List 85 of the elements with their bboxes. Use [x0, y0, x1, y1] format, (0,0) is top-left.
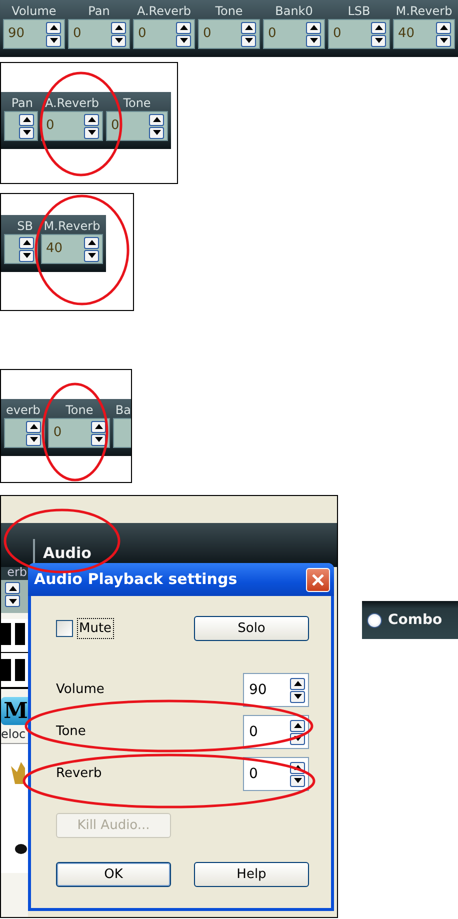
dialog-button[interactable]: OK [56, 862, 171, 887]
spin-down-button[interactable] [91, 434, 106, 446]
spin-down-button[interactable] [84, 250, 99, 262]
spin-up-button[interactable] [84, 114, 99, 126]
spin-down-button[interactable] [436, 34, 451, 46]
field-label: A.Reverb [136, 3, 192, 19]
number-field[interactable]: 40 [393, 19, 455, 49]
dot-icon[interactable] [15, 844, 27, 854]
spin-down-button[interactable] [19, 250, 34, 262]
spin-up-button[interactable] [19, 236, 34, 248]
number-field[interactable]: 0 [41, 111, 103, 141]
field-label: Tone [214, 3, 244, 19]
close-button[interactable] [306, 568, 330, 592]
field-label: Reverb [56, 765, 102, 784]
field-label: Bank0 [274, 3, 314, 19]
spin-up-button[interactable] [46, 22, 61, 34]
field-label: Ba [114, 402, 131, 418]
spin-down-button[interactable] [26, 434, 42, 446]
solo-button[interactable]: Solo [194, 616, 309, 641]
field-label: Tone [56, 723, 86, 742]
number-field[interactable]: 0 [133, 19, 195, 49]
number-field[interactable]: 0 [198, 19, 260, 49]
field-label: M.Reverb [42, 218, 102, 234]
spin-up-button[interactable] [436, 22, 451, 34]
spin-down-button[interactable] [306, 34, 321, 46]
field-label: Volume [56, 681, 104, 700]
number-field[interactable]: 0 [243, 715, 309, 749]
spin-up-button[interactable] [5, 582, 20, 594]
spin-up-button[interactable] [306, 22, 321, 34]
spin-up-button[interactable] [290, 720, 305, 732]
spin-up-button[interactable] [19, 114, 34, 126]
field-label: erb [1, 567, 28, 580]
radio-label: Combo [388, 610, 442, 630]
spin-up-button[interactable] [241, 22, 256, 34]
spin-down-button[interactable] [241, 34, 256, 46]
number-field[interactable]: 90 [243, 673, 309, 707]
number-field[interactable]: 90 [3, 19, 65, 49]
number-field[interactable]: 0 [106, 111, 168, 141]
spin-up-button[interactable] [149, 114, 164, 126]
spin-down-button[interactable] [149, 126, 164, 138]
number-field[interactable] [4, 111, 38, 141]
field-label: Pan [87, 3, 111, 19]
field-label: LSB [346, 3, 372, 19]
spin-up-button[interactable] [371, 22, 386, 34]
button-caption: eloc [1, 726, 26, 743]
spin-down-button[interactable] [19, 126, 34, 138]
field-label: Volume [10, 3, 58, 19]
spin-up-button[interactable] [290, 678, 305, 690]
close-icon [311, 572, 325, 586]
number-field[interactable]: 0 [263, 19, 325, 49]
spin-down-button[interactable] [46, 34, 61, 46]
checkbox[interactable] [56, 620, 73, 637]
field-label: A.Reverb [44, 95, 100, 111]
field-label: SB [16, 218, 34, 234]
number-field[interactable] [4, 418, 46, 448]
checkbox-label[interactable]: Mute [77, 618, 114, 640]
spin-down-button[interactable] [84, 126, 99, 138]
spin-down-button[interactable] [290, 690, 305, 702]
number-field[interactable]: 0 [48, 418, 110, 448]
spin-down-button[interactable] [111, 34, 126, 46]
spin-up-button[interactable] [176, 22, 191, 34]
number-field[interactable]: 0 [243, 757, 309, 791]
spin-down-button[interactable] [176, 34, 191, 46]
radio-button[interactable] [367, 612, 382, 628]
field-label: M.Reverb [394, 3, 454, 19]
field-label: Tone [64, 402, 94, 418]
spin-down-button[interactable] [371, 34, 386, 46]
spin-up-button[interactable] [91, 420, 106, 432]
number-field[interactable] [4, 234, 38, 264]
spin-up-button[interactable] [111, 22, 126, 34]
number-field[interactable]: 0 [68, 19, 130, 49]
spin-down-button[interactable] [5, 595, 20, 607]
app-button[interactable]: M [1, 697, 28, 725]
field-label: Tone [122, 95, 152, 111]
field-label: everb [5, 402, 42, 418]
number-field[interactable]: 0 [328, 19, 390, 49]
crown-icon[interactable] [11, 762, 25, 784]
spin-up-button[interactable] [84, 236, 99, 248]
spin-up-button[interactable] [26, 420, 42, 432]
section-title: Audio [43, 543, 92, 564]
dialog-title: Audio Playback settings [34, 569, 238, 590]
field-label: Pan [10, 95, 34, 111]
spin-down-button[interactable] [290, 774, 305, 786]
number-field[interactable]: 40 [41, 234, 103, 264]
dialog-button[interactable]: Help [194, 862, 309, 887]
